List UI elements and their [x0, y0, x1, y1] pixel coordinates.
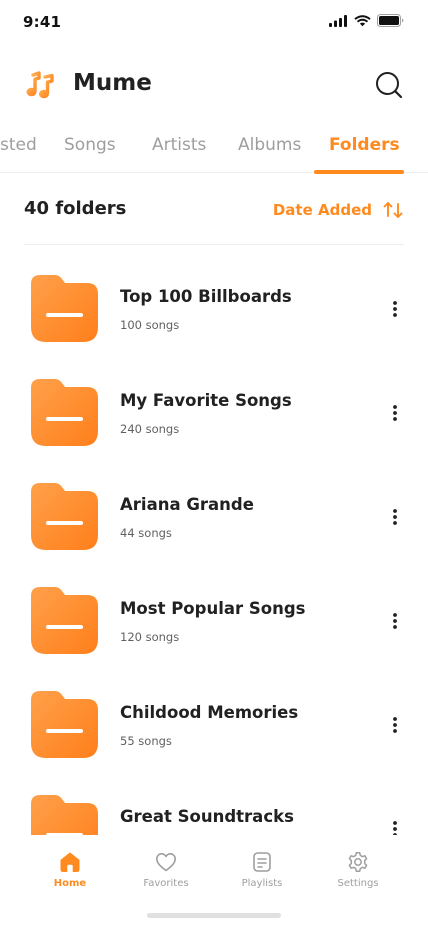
- folder-name: Most Popular Songs: [120, 599, 306, 618]
- category-tabs: sted Songs Artists Albums Folders: [0, 126, 428, 174]
- folder-icon: [31, 275, 98, 342]
- search-icon[interactable]: [374, 70, 404, 100]
- more-options-icon[interactable]: [386, 611, 404, 631]
- battery-icon: [377, 14, 404, 27]
- folder-song-count: 100 songs: [120, 318, 180, 332]
- tab-artists[interactable]: Artists: [152, 135, 206, 155]
- folder-icon: [31, 795, 98, 835]
- wifi-icon: [354, 14, 371, 26]
- folder-song-count: 240 songs: [120, 422, 180, 436]
- signal-icon: [329, 14, 347, 27]
- folder-song-count: 44 songs: [120, 526, 172, 540]
- status-bar: 9:41: [0, 0, 428, 44]
- sort-arrows-icon[interactable]: [382, 199, 404, 221]
- folder-icon: [31, 379, 98, 446]
- nav-home[interactable]: Home: [30, 850, 110, 889]
- folder-name: Top 100 Billboards: [120, 287, 292, 306]
- folder-item[interactable]: Top 100 Billboards 100 songs: [0, 262, 428, 366]
- folder-item[interactable]: Childood Memories 55 songs: [0, 678, 428, 782]
- folder-icon: [31, 587, 98, 654]
- more-options-icon[interactable]: [386, 507, 404, 527]
- sort-button[interactable]: Date Added: [273, 201, 372, 219]
- folder-item[interactable]: Most Popular Songs 120 songs: [0, 574, 428, 678]
- more-options-icon[interactable]: [386, 819, 404, 835]
- nav-home-label: Home: [53, 878, 87, 889]
- folder-icon: [31, 691, 98, 758]
- folder-song-count: 55 songs: [120, 734, 172, 748]
- folder-item[interactable]: Ariana Grande 44 songs: [0, 470, 428, 574]
- folder-list: Top 100 Billboards 100 songs My Favorite…: [0, 262, 428, 835]
- nav-playlists[interactable]: Playlists: [222, 850, 302, 889]
- folder-name: My Favorite Songs: [120, 391, 292, 410]
- home-indicator: [147, 913, 281, 918]
- active-tab-indicator: [314, 170, 404, 174]
- gear-icon: [348, 852, 368, 872]
- bottom-navigation: Home Favorites Playlists Settings: [0, 836, 428, 926]
- app-title: Mume: [73, 70, 152, 96]
- folder-name: Childood Memories: [120, 703, 299, 722]
- home-icon: [60, 852, 80, 872]
- heart-icon: [156, 853, 176, 872]
- more-options-icon[interactable]: [386, 299, 404, 319]
- tab-albums[interactable]: Albums: [238, 135, 301, 155]
- more-options-icon[interactable]: [386, 715, 404, 735]
- folder-song-count: 120 songs: [120, 630, 180, 644]
- app-header: Mume: [24, 64, 404, 106]
- folder-item[interactable]: Great Soundtracks: [0, 782, 428, 835]
- tab-recently-played[interactable]: sted: [0, 135, 37, 155]
- folder-name: Ariana Grande: [120, 495, 254, 514]
- nav-settings[interactable]: Settings: [318, 850, 398, 889]
- tab-songs[interactable]: Songs: [64, 135, 116, 155]
- folders-summary: 40 folders Date Added: [24, 196, 404, 245]
- folder-item[interactable]: My Favorite Songs 240 songs: [0, 366, 428, 470]
- status-time: 9:41: [23, 13, 62, 31]
- nav-settings-label: Settings: [337, 878, 379, 889]
- more-options-icon[interactable]: [386, 403, 404, 423]
- nav-favorites-label: Favorites: [143, 878, 189, 889]
- playlist-icon: [253, 852, 271, 872]
- nav-favorites[interactable]: Favorites: [126, 850, 206, 889]
- music-note-icon: [26, 71, 54, 99]
- tab-folders[interactable]: Folders: [329, 135, 400, 155]
- nav-playlists-label: Playlists: [241, 878, 283, 889]
- status-icons: [329, 14, 404, 27]
- folder-name: Great Soundtracks: [120, 807, 294, 826]
- folder-icon: [31, 483, 98, 550]
- folder-count: 40 folders: [24, 198, 127, 219]
